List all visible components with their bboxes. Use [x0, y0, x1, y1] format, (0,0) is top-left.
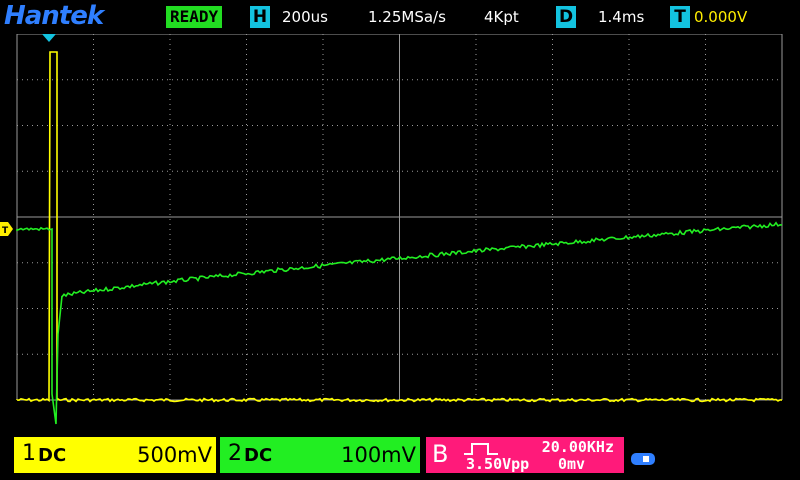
channel-bar: 1 DC 500mV 2 DC 100mV B 20.00KHz 3.50Vpp… [0, 432, 800, 480]
generator-offset: 0mv [558, 455, 586, 473]
trigger-level-value: 0.000V [694, 8, 748, 26]
trigger-level-marker-icon[interactable]: T [0, 222, 13, 236]
square-wave-icon [464, 443, 498, 455]
channel-1-scale: 500mV [137, 443, 212, 467]
channel-1-coupling: DC [38, 445, 67, 466]
channel-2-scale: 100mV [341, 443, 416, 467]
generator-label: B [432, 440, 449, 468]
timebase-value: 200us [282, 8, 328, 26]
status-bar: Hantek READY H 200us 1.25MSa/s 4Kpt D 1.… [0, 0, 800, 34]
brand-logo: Hantek [4, 1, 104, 31]
memory-depth-value: 4Kpt [484, 8, 519, 26]
channel-1-number: 1 [22, 441, 36, 466]
waveform-display[interactable]: T [0, 34, 800, 430]
signal-generator-info[interactable]: B 20.00KHz 3.50Vpp 0mv [426, 437, 624, 473]
channel-1-info[interactable]: 1 DC 500mV [14, 437, 216, 473]
delay-value: 1.4ms [598, 8, 645, 26]
channel-2-number: 2 [228, 441, 242, 466]
generator-amplitude: 3.50Vpp [466, 455, 530, 473]
horizontal-indicator-icon: H [250, 6, 270, 28]
graticule-grid [16, 34, 783, 401]
sample-rate-value: 1.25MSa/s [368, 8, 446, 26]
trigger-position-marker-icon[interactable] [42, 34, 56, 42]
trigger-indicator-icon: T [670, 6, 690, 28]
channel-2-info[interactable]: 2 DC 100mV [220, 437, 420, 473]
delay-indicator-icon: D [556, 6, 576, 28]
channel-2-coupling: DC [244, 445, 273, 466]
acquisition-status-badge: READY [166, 6, 223, 28]
trigger-marker-label: T [2, 226, 9, 236]
generator-frequency: 20.00KHz [541, 438, 614, 456]
usb-icon [631, 453, 655, 465]
